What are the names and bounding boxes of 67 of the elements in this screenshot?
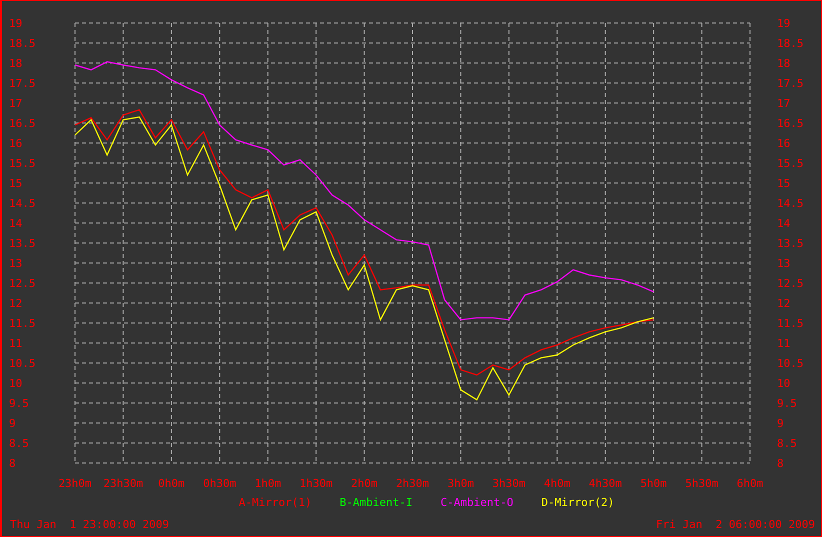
axis-label: 3h0m <box>447 477 474 490</box>
legend-label: C-Ambient-O <box>440 496 514 508</box>
axis-label: 1h30m <box>300 477 333 490</box>
axis-label: 16.5 <box>777 117 804 130</box>
axis-label: 16 <box>777 137 790 150</box>
axis-label: 11.5 <box>777 317 804 330</box>
axis-label: 23h30m <box>103 477 144 490</box>
axis-label: 5h30m <box>685 477 718 490</box>
axis-label: 2h30m <box>396 477 430 490</box>
axis-label: 19 <box>777 17 790 30</box>
legend-label: B-Ambient-I <box>340 496 412 508</box>
axis-label: 2h0m <box>351 477 378 490</box>
axis-label: 19 <box>9 17 22 30</box>
axis-label: 12 <box>9 297 22 310</box>
axis-label: 15.5 <box>777 157 804 170</box>
axis-label: 15 <box>9 177 22 190</box>
axis-label: 4h30m <box>588 477 622 490</box>
axis-label: 11 <box>777 337 790 350</box>
axis-label: 0h0m <box>158 477 185 490</box>
start-time: Thu Jan 1 23:00:00 2009 <box>10 518 169 530</box>
axis-label: 12.5 <box>777 277 804 290</box>
axis-label: 8 <box>9 457 16 470</box>
axis-label: 17 <box>777 97 790 110</box>
axis-label: 8.5 <box>777 437 797 450</box>
axis-label: 11 <box>9 337 22 350</box>
axis-label: 15.5 <box>9 157 36 170</box>
axis-label: 6h0m <box>736 477 764 490</box>
axis-label: 3h30m <box>492 477 526 490</box>
axis-label: 13 <box>9 257 22 270</box>
axis-label: 9.5 <box>777 397 797 410</box>
axis-label: 14.5 <box>777 197 804 210</box>
axis-label: 17 <box>9 97 22 110</box>
axis-label: 10 <box>9 377 22 390</box>
axis-label: 10.5 <box>777 357 804 370</box>
axis-label: 9 <box>9 417 16 430</box>
axis-label: 14 <box>9 217 22 230</box>
axis-label: 4h0m <box>544 477 570 490</box>
axis-label: 14.5 <box>9 197 36 210</box>
axis-label: 17.5 <box>777 77 804 90</box>
axis-label: 16 <box>9 137 22 150</box>
axis-label: 16.5 <box>9 117 36 130</box>
end-time: Fri Jan 2 06:00:00 2009 <box>656 518 815 530</box>
legend-label: D-Mirror(2) <box>541 496 614 508</box>
axis-label: 10.5 <box>9 357 36 370</box>
axis-label: 8 <box>777 457 784 470</box>
axis-label: 8.5 <box>9 437 29 450</box>
axis-label: 9 <box>777 417 784 430</box>
axis-label: 14 <box>777 217 790 230</box>
axis-label: 17.5 <box>9 77 36 90</box>
legend-label: A-Mirror(1) <box>238 496 312 508</box>
axis-label: 11.5 <box>9 317 36 330</box>
axis-label: 18.5 <box>9 37 36 50</box>
axis-label: 18 <box>9 57 22 70</box>
axis-label: 0h30m <box>203 477 236 490</box>
axis-label: 18 <box>777 57 790 70</box>
axis-label: 13 <box>777 257 790 270</box>
axis-label: 12 <box>777 297 790 310</box>
axis-label: 1h0m <box>254 477 282 490</box>
axis-label: 15 <box>777 177 790 190</box>
axis-label: 10 <box>777 377 790 390</box>
axis-label: 18.5 <box>777 37 804 50</box>
axis-label: 12.5 <box>9 277 36 290</box>
axis-label: 13.5 <box>777 237 804 250</box>
axis-label: 23h0m <box>58 477 92 490</box>
axis-label: 5h0m <box>640 477 667 490</box>
axis-label: 13.5 <box>9 237 36 250</box>
axis-label: 9.5 <box>9 397 29 410</box>
